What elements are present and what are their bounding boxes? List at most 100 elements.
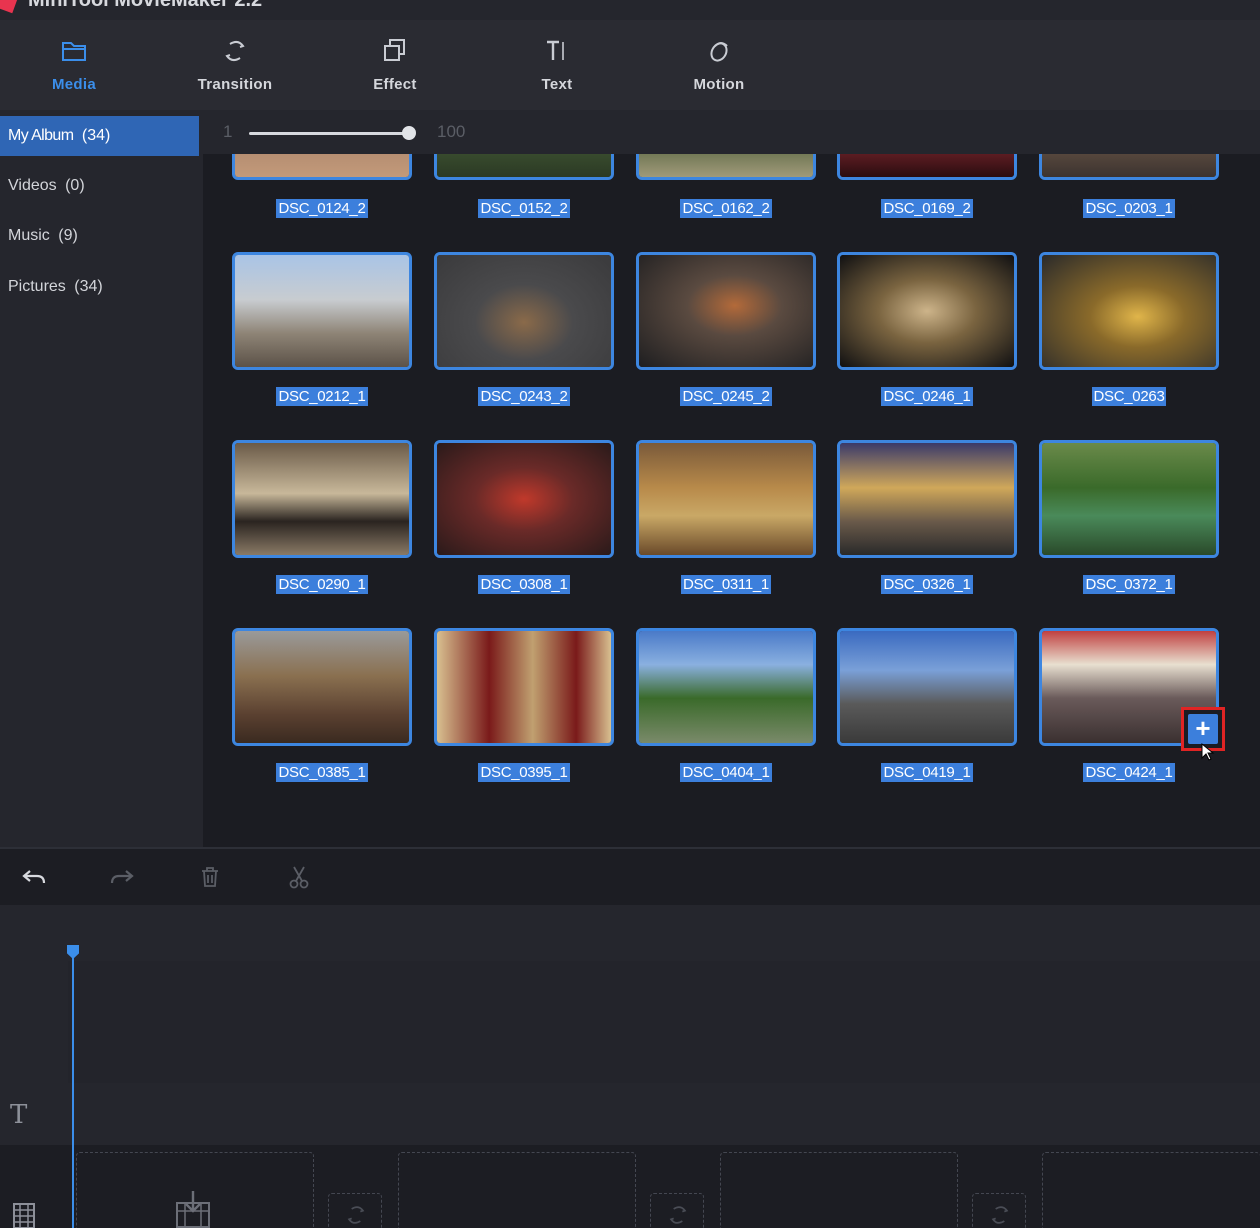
timeline-clip-slot[interactable] — [1042, 1152, 1260, 1228]
sidebar-item-label: Videos — [8, 177, 57, 194]
delete-icon[interactable] — [196, 863, 224, 891]
transition-icon — [347, 1206, 365, 1224]
media-thumbnail[interactable] — [434, 252, 614, 370]
media-caption: DSC_0326_1 — [881, 575, 973, 594]
sidebar-item-my-album[interactable]: My Album (34) — [0, 116, 199, 156]
undo-icon[interactable] — [20, 863, 48, 891]
media-thumbnail[interactable] — [636, 440, 816, 558]
sidebar-item-count: (34) — [74, 278, 103, 295]
video-track[interactable] — [68, 961, 1260, 1083]
title-bar: MiniTool MovieMaker 2.2 — [0, 0, 1260, 20]
media-thumbnail[interactable] — [1039, 154, 1219, 180]
media-caption: DSC_0290_1 — [276, 575, 368, 594]
timeline-clip-slot[interactable] — [76, 1152, 314, 1228]
media-thumbnail[interactable] — [636, 252, 816, 370]
film-strip-icon — [13, 1203, 35, 1228]
media-thumbnail[interactable] — [636, 154, 816, 180]
tab-effect[interactable]: Effect — [335, 36, 455, 106]
media-thumbnail[interactable] — [232, 252, 412, 370]
media-caption: DSC_0311_1 — [681, 575, 771, 594]
media-thumbnail[interactable] — [232, 440, 412, 558]
app-logo — [0, 0, 19, 14]
transition-slot[interactable] — [650, 1193, 704, 1228]
tab-media[interactable]: Media — [14, 36, 134, 106]
media-caption: DSC_0162_2 — [680, 199, 772, 218]
media-thumbnail[interactable] — [1039, 252, 1219, 370]
sidebar-item-label: My Album — [8, 127, 74, 144]
zoom-max-label: 100 — [437, 122, 466, 141]
media-thumbnail[interactable] — [434, 628, 614, 746]
timeline-ruler[interactable] — [0, 905, 1260, 961]
media-caption: DSC_0404_1 — [680, 763, 772, 782]
timeline-clip-slot[interactable] — [720, 1152, 958, 1228]
zoom-min-label: 1 — [223, 122, 233, 141]
album-sidebar: My Album (34) Videos (0) Music (9) Pictu… — [0, 110, 203, 847]
media-caption: DSC_0246_1 — [881, 387, 973, 406]
tab-media-label: Media — [51, 76, 96, 93]
folder-icon — [62, 42, 86, 61]
sidebar-item-music[interactable]: Music (9) — [0, 216, 199, 256]
sidebar-item-count: (34) — [81, 127, 111, 144]
redo-icon[interactable] — [108, 863, 136, 891]
zoom-slider-track[interactable] — [249, 132, 409, 135]
media-thumbnail[interactable] — [232, 628, 412, 746]
media-thumbnail[interactable] — [837, 440, 1017, 558]
effect-icon — [384, 39, 405, 61]
tab-text[interactable]: Text — [497, 36, 617, 106]
media-caption: DSC_0212_1 — [276, 387, 368, 406]
transition-icon — [669, 1206, 687, 1224]
sidebar-item-label: Pictures — [8, 278, 66, 295]
media-thumbnail[interactable] — [837, 252, 1017, 370]
text-track[interactable] — [0, 1083, 1260, 1145]
mouse-cursor-icon — [1201, 742, 1215, 761]
motion-icon — [710, 42, 728, 62]
text-icon — [547, 40, 564, 60]
media-caption: DSC_0124_2 — [276, 199, 368, 218]
media-thumbnail[interactable] — [1039, 440, 1219, 558]
media-caption: DSC_0203_1 — [1083, 199, 1175, 218]
timeline-clip-slot[interactable] — [398, 1152, 636, 1228]
transition-icon — [991, 1206, 1009, 1224]
media-caption: DSC_0395_1 — [478, 763, 570, 782]
playhead-line[interactable] — [72, 950, 74, 1228]
media-caption: DSC_0385_1 — [276, 763, 368, 782]
tab-motion[interactable]: Motion — [659, 36, 779, 106]
main-toolbar: Media Transition Effect Text Motion — [0, 20, 1260, 110]
tab-effect-label: Effect — [373, 76, 417, 93]
media-thumbnail[interactable] — [434, 154, 614, 180]
transition-icon — [225, 40, 245, 62]
media-caption: DSC_0419_1 — [881, 763, 973, 782]
media-caption: DSC_0245_2 — [680, 387, 772, 406]
sidebar-item-count: (0) — [65, 177, 85, 194]
sidebar-item-count: (9) — [58, 227, 78, 244]
timeline-toolbar — [0, 849, 1260, 905]
plus-icon: + — [1188, 714, 1218, 744]
media-thumbnail[interactable] — [636, 628, 816, 746]
scissors-icon[interactable] — [285, 863, 313, 891]
tab-transition-label: Transition — [197, 76, 273, 93]
media-grid: DSC_0124_2 DSC_0152_2 DSC_0162_2 DSC_016… — [203, 154, 1260, 847]
media-thumbnail[interactable] — [232, 154, 412, 180]
text-track-icon: T — [10, 1100, 28, 1130]
transition-slot[interactable] — [328, 1193, 382, 1228]
drop-media-icon — [176, 1191, 210, 1228]
media-library: 1 100 DSC_0124_2 DSC_0152_2 DSC_0162_2 D… — [203, 110, 1260, 847]
media-caption: DSC_0152_2 — [478, 199, 570, 218]
app-title: MiniTool MovieMaker 2.2 — [28, 0, 263, 11]
zoom-slider-thumb[interactable] — [402, 126, 416, 140]
transition-slot[interactable] — [972, 1193, 1026, 1228]
tab-text-label: Text — [541, 76, 573, 93]
tab-motion-label: Motion — [693, 76, 745, 93]
media-thumbnail[interactable] — [837, 154, 1017, 180]
media-caption: DSC_0308_1 — [478, 575, 570, 594]
app-window: MiniTool MovieMaker 2.2 Media Transition… — [0, 0, 1260, 1228]
media-thumbnail[interactable] — [434, 440, 614, 558]
sidebar-item-label: Music — [8, 227, 50, 244]
media-caption: DSC_0263 — [1091, 387, 1167, 406]
media-caption: DSC_0243_2 — [478, 387, 570, 406]
sidebar-item-videos[interactable]: Videos (0) — [0, 166, 199, 206]
media-caption: DSC_0169_2 — [881, 199, 973, 218]
tab-transition[interactable]: Transition — [175, 36, 295, 106]
media-thumbnail[interactable] — [837, 628, 1017, 746]
sidebar-item-pictures[interactable]: Pictures (34) — [0, 267, 199, 307]
